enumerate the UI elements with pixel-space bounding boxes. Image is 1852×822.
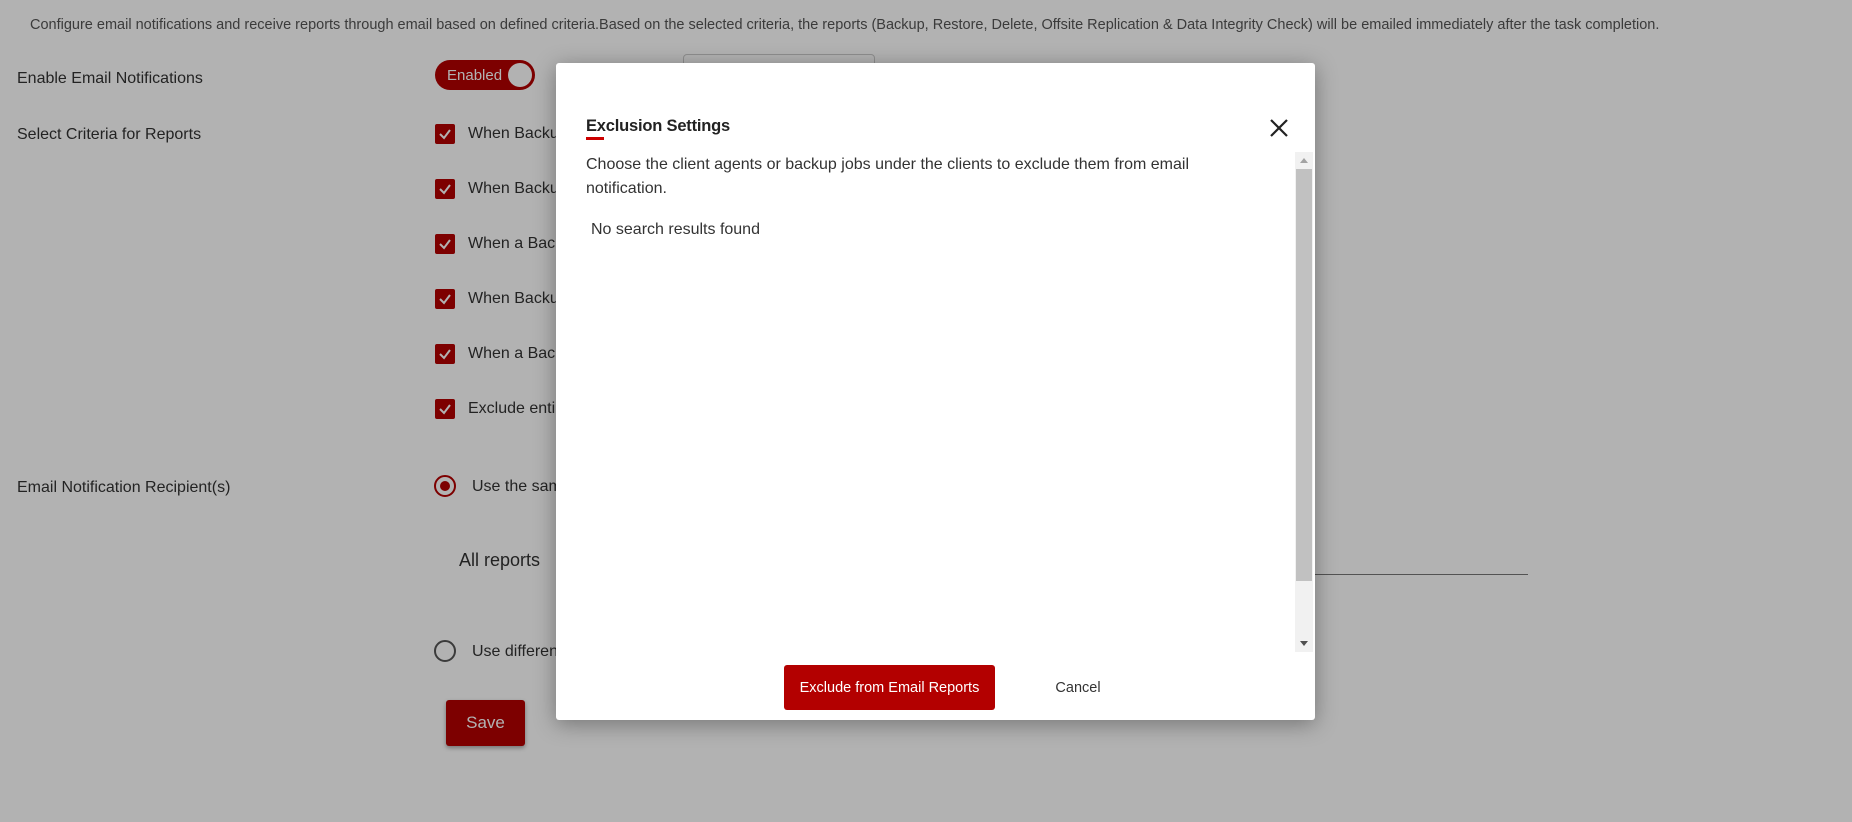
dialog-body: Choose the client agents or backup jobs … [586,153,1246,653]
dialog-scrollbar[interactable] [1295,152,1313,652]
dialog-description: Choose the client agents or backup jobs … [586,156,1189,197]
dialog-title: Exclusion Settings [586,117,731,135]
close-icon [1270,119,1288,137]
scroll-up-arrow-icon[interactable] [1300,158,1308,163]
cancel-button[interactable]: Cancel [1018,665,1138,710]
no-results-message: No search results found [591,221,760,238]
scroll-down-arrow-icon[interactable] [1300,641,1308,646]
title-accent-underline [586,137,604,140]
close-button[interactable] [1265,114,1293,142]
exclusion-settings-dialog: Exclusion Settings Choose the client age… [556,63,1315,720]
scroll-thumb[interactable] [1296,169,1312,581]
exclude-from-email-reports-button[interactable]: Exclude from Email Reports [784,665,995,710]
